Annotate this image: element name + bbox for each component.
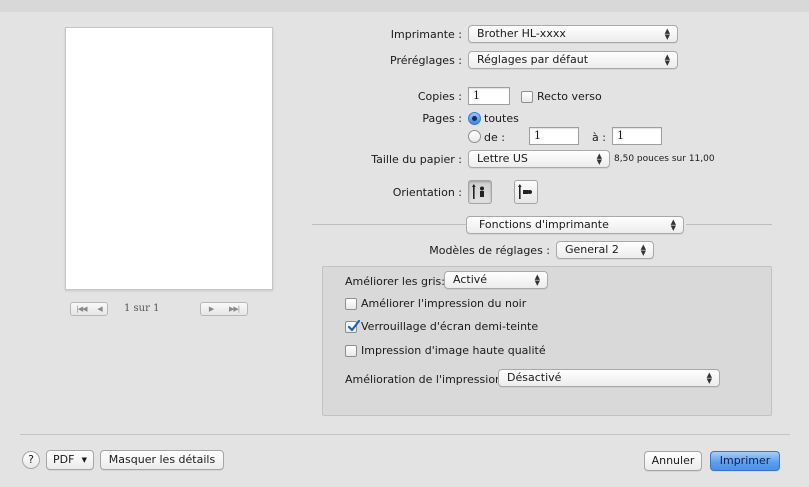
popup-arrows-icon: ▲ ▼ xyxy=(534,273,540,287)
printer-popup[interactable]: Brother HL-xxxx ▲ ▼ xyxy=(468,25,678,43)
help-button[interactable]: ? xyxy=(22,451,40,469)
hide-details-button[interactable]: Masquer les détails xyxy=(100,450,224,470)
preview-next-last-buttons[interactable]: ▶ ▶▶| xyxy=(200,302,248,316)
last-page-icon[interactable]: ▶▶| xyxy=(229,305,240,313)
improve-black-checkbox[interactable] xyxy=(345,298,357,310)
print-button[interactable]: Imprimer xyxy=(710,451,780,471)
feature-sets-value: General 2 xyxy=(565,243,619,256)
previous-page-icon[interactable]: ◀ xyxy=(97,305,102,313)
printer-label: Imprimante : xyxy=(390,28,462,41)
feature-sets-label: Modèles de réglages : xyxy=(429,244,550,257)
halftone-lock-label: Verrouillage d'écran demi-teinte xyxy=(361,320,539,333)
chevron-down-icon: ▼ xyxy=(81,456,87,464)
pages-to-field[interactable]: 1 xyxy=(612,127,662,145)
popup-arrows-icon: ▲ ▼ xyxy=(706,371,712,385)
cancel-button[interactable]: Annuler xyxy=(644,451,702,471)
paper-size-label: Taille du papier : xyxy=(371,153,462,166)
options-panel xyxy=(322,266,772,416)
page-indicator: 1 sur 1 xyxy=(124,303,160,314)
pdf-menu-button[interactable]: PDF ▼ xyxy=(46,450,94,470)
paper-dimensions: 8,50 pouces sur 11,00 xyxy=(614,154,715,164)
copies-label: Copies : xyxy=(417,90,462,103)
separator-right xyxy=(686,224,772,225)
preview-first-prev-buttons[interactable]: |◀◀ ◀ xyxy=(70,302,108,316)
duplex-checkbox[interactable] xyxy=(521,91,533,103)
presets-value: Réglages par défaut xyxy=(477,53,589,66)
presets-label: Préréglages : xyxy=(390,54,462,67)
separator-left xyxy=(312,224,466,225)
paper-size-value: Lettre US xyxy=(477,152,528,165)
next-page-icon[interactable]: ▶ xyxy=(209,305,214,313)
orientation-portrait-button[interactable] xyxy=(468,180,492,204)
print-improvement-label: Amélioration de l'impression: xyxy=(345,373,506,386)
pages-label: Pages : xyxy=(422,112,462,125)
improve-black-label: Améliorer l'impression du noir xyxy=(361,297,527,310)
popup-arrows-icon: ▲ ▼ xyxy=(670,218,676,232)
popup-arrows-icon: ▲ ▼ xyxy=(664,27,670,41)
halftone-lock-checkbox[interactable] xyxy=(345,320,360,333)
section-value: Fonctions d'imprimante xyxy=(479,218,609,231)
pages-to-label: à : xyxy=(592,131,606,144)
improve-gray-label: Améliorer les gris: xyxy=(345,275,445,288)
feature-sets-popup[interactable]: General 2 ▲ ▼ xyxy=(556,241,654,259)
pdf-label: PDF xyxy=(53,453,75,466)
popup-arrows-icon: ▲ ▼ xyxy=(640,243,646,257)
high-quality-image-label: Impression d'image haute qualité xyxy=(361,344,546,357)
portrait-icon xyxy=(472,184,484,199)
copies-field[interactable]: 1 xyxy=(468,87,510,105)
print-improvement-popup[interactable]: Désactivé ▲ ▼ xyxy=(498,369,720,387)
orientation-landscape-button[interactable] xyxy=(514,180,538,204)
pages-range-radio[interactable] xyxy=(468,130,481,143)
presets-popup[interactable]: Réglages par défaut ▲ ▼ xyxy=(468,51,678,69)
paper-size-popup[interactable]: Lettre US ▲ ▼ xyxy=(468,150,610,168)
popup-arrows-icon: ▲ ▼ xyxy=(664,53,670,67)
checkmark-icon xyxy=(347,320,360,332)
pages-all-label: toutes xyxy=(484,112,519,125)
page-preview xyxy=(65,27,273,290)
landscape-icon xyxy=(518,184,532,199)
improve-gray-popup[interactable]: Activé ▲ ▼ xyxy=(444,271,548,289)
high-quality-image-checkbox[interactable] xyxy=(345,345,357,357)
print-improvement-value: Désactivé xyxy=(507,371,562,384)
pages-all-radio[interactable] xyxy=(468,112,481,125)
printer-value: Brother HL-xxxx xyxy=(477,27,566,40)
pages-from-field[interactable]: 1 xyxy=(529,127,579,145)
pages-from-label: de : xyxy=(484,131,505,144)
footer-separator xyxy=(20,434,790,435)
improve-gray-value: Activé xyxy=(453,273,488,286)
duplex-label: Recto verso xyxy=(537,90,602,103)
popup-arrows-icon: ▲ ▼ xyxy=(596,152,602,166)
orientation-label: Orientation : xyxy=(392,186,462,199)
section-popup[interactable]: Fonctions d'imprimante ▲ ▼ xyxy=(466,216,684,234)
first-page-icon[interactable]: |◀◀ xyxy=(76,305,87,313)
